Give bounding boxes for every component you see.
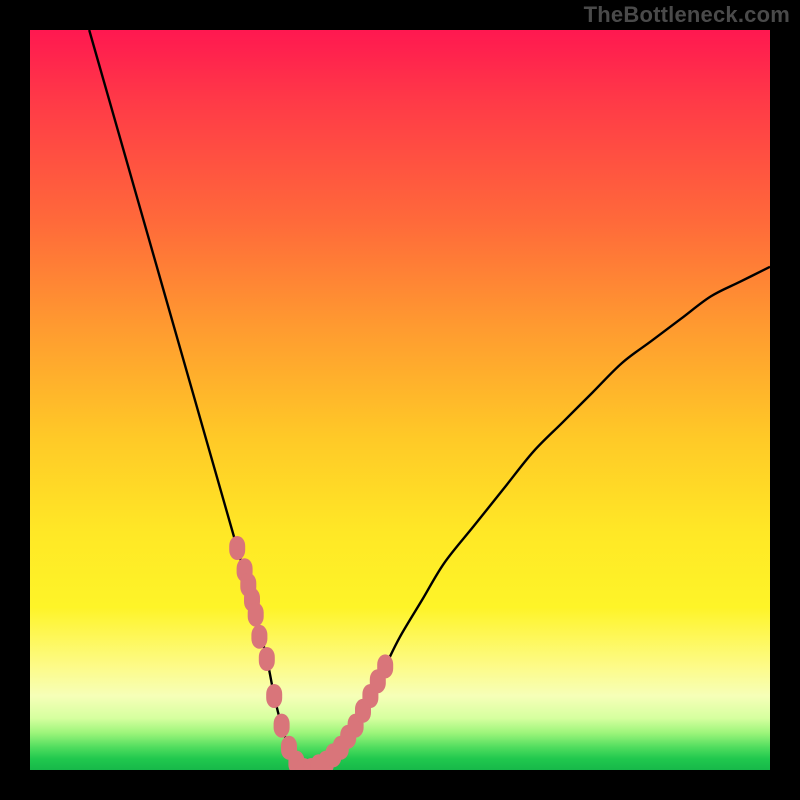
watermark-text: TheBottleneck.com <box>584 2 790 28</box>
plot-area <box>30 30 770 770</box>
marker-point <box>248 603 264 627</box>
marker-point <box>259 647 275 671</box>
marker-point <box>229 536 245 560</box>
marker-point <box>377 654 393 678</box>
marker-point <box>274 714 290 738</box>
chart-frame: TheBottleneck.com <box>0 0 800 800</box>
marker-point <box>251 625 267 649</box>
marker-group <box>229 536 393 770</box>
bottleneck-curve <box>89 30 770 770</box>
marker-point <box>266 684 282 708</box>
bottleneck-chart <box>30 30 770 770</box>
